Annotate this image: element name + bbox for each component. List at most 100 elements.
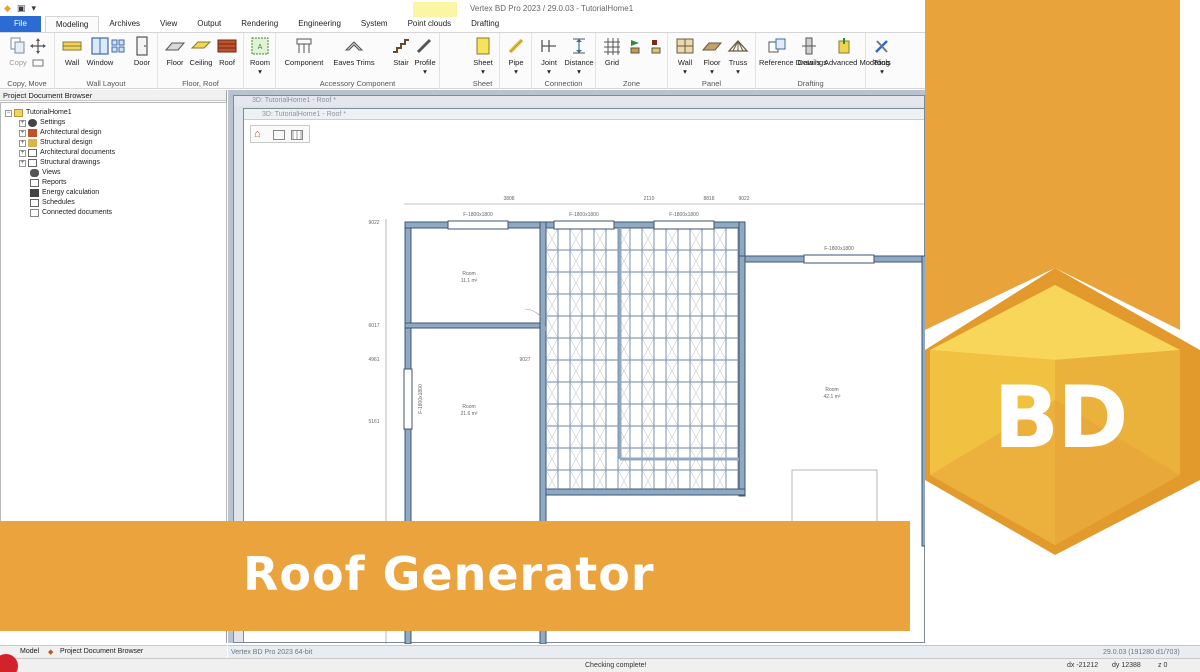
grid-button[interactable]: Grid — [597, 36, 627, 67]
panel-title: Project Document Browser — [0, 90, 226, 101]
tab-modeling[interactable]: Modeling — [44, 16, 100, 32]
tab-project-document-browser[interactable]: Project Document Browser — [60, 648, 143, 655]
window-tag: F-1800x1800 — [418, 384, 424, 414]
reference-drawings-icon — [766, 36, 788, 56]
door-button[interactable]: Door — [127, 36, 157, 67]
distance-button[interactable]: Distance ▾ — [564, 36, 594, 76]
tree-item-structural-drawings[interactable]: + Structural drawings — [19, 158, 100, 168]
dimension-label: 5161 — [368, 419, 379, 425]
truss-button[interactable]: Truss ▾ — [723, 36, 753, 76]
expand-icon[interactable]: + — [19, 119, 26, 127]
wall-icon — [61, 36, 83, 56]
ribbon: Copy Copy, Move Wall Window Door Wall La… — [0, 33, 940, 89]
collapse-icon[interactable]: − — [5, 109, 12, 117]
reference-drawings-button[interactable]: Reference Drawings — [759, 36, 827, 67]
eye-icon — [30, 169, 39, 177]
coord-z: z 0 — [1158, 662, 1168, 669]
product-version-left: Vertex BD Pro 2023 64-bit — [231, 649, 313, 656]
joint-button[interactable]: Joint ▾ — [534, 36, 564, 76]
tree-item-structural-design[interactable]: + Structural design — [19, 138, 93, 148]
tab-view[interactable]: View — [150, 16, 187, 32]
dimension-label: 9022 — [738, 196, 749, 202]
structure-icon — [28, 139, 37, 147]
tree-item-schedules[interactable]: Schedules — [30, 198, 75, 208]
tree-item-energy-calculation[interactable]: Energy calculation — [30, 188, 99, 198]
drafting-tab-highlight — [413, 2, 457, 17]
tab-system[interactable]: System — [351, 16, 398, 32]
logo-text: BD — [993, 368, 1129, 468]
group-pipe: Pipe ▾ — [500, 33, 532, 89]
app-icon[interactable]: ◆ — [4, 3, 11, 14]
expand-icon[interactable]: + — [19, 139, 26, 147]
tab-rendering[interactable]: Rendering — [231, 16, 288, 32]
expand-icon[interactable]: + — [19, 149, 26, 157]
room-area: 21.6 m² — [461, 411, 478, 417]
window-opening — [653, 220, 715, 230]
tab-drafting[interactable]: Drafting — [461, 16, 509, 32]
tree-item-architectural-documents[interactable]: + Architectural documents — [19, 148, 115, 158]
inner-wall-vertical-2 — [738, 255, 746, 497]
details-icon — [798, 36, 820, 56]
zone-fill-button[interactable] — [626, 36, 646, 58]
status-message: Checking complete! — [585, 662, 647, 669]
energy-icon — [30, 189, 39, 197]
window-tag: F-1800x1800 — [463, 212, 493, 218]
product-version-right: 29.0.03 (191280 d1/703) — [1103, 649, 1180, 656]
roof-icon — [216, 36, 238, 56]
zone-color-button[interactable] — [646, 36, 666, 58]
tools-button[interactable]: Tools ▾ — [867, 36, 897, 76]
quick-access-toolbar: ◆ ▣ ▾ — [4, 3, 36, 14]
pipe-button[interactable]: Pipe ▾ — [501, 36, 531, 76]
advanced-modeling-icon — [833, 36, 855, 56]
eaves-trims-button[interactable]: Eaves Trims — [332, 36, 376, 67]
group-panel: Wall ▾ Floor ▾ Truss ▾ Panel — [668, 33, 756, 89]
expand-icon[interactable]: + — [19, 129, 26, 137]
move-button[interactable] — [26, 36, 50, 70]
tree-item-views[interactable]: Views — [30, 168, 61, 178]
group-wall-layout: Wall Window Door Wall Layout — [55, 33, 158, 89]
sheet-button[interactable]: Sheet ▾ — [468, 36, 498, 76]
tree-item-reports[interactable]: Reports — [30, 178, 67, 188]
chevron-down-icon[interactable]: ▾ — [31, 3, 36, 14]
tree-root[interactable]: − TutorialHome1 — [5, 108, 72, 118]
svg-text:A: A — [258, 44, 263, 51]
left-panel-tabs: Model ◆ Project Document Browser — [0, 645, 227, 658]
door-icon — [131, 36, 153, 56]
coord-dy: dy 12388 — [1112, 662, 1141, 669]
component-icon — [293, 36, 315, 56]
eaves-trims-icon — [343, 36, 365, 56]
tab-point-clouds[interactable]: Point clouds — [398, 16, 462, 32]
folder-icon — [14, 109, 23, 117]
advanced-modeling-button[interactable]: Advanced Modeling — [824, 36, 890, 67]
group-tools: Tools ▾ — [866, 33, 898, 89]
profile-button[interactable]: Profile ▾ — [413, 36, 437, 76]
dimension-label: 3808 — [503, 196, 514, 202]
save-icon[interactable]: ▣ — [17, 3, 26, 14]
back-window-title: 3D: TutorialHome1 - Roof * — [234, 96, 924, 106]
wall-button[interactable]: Wall — [57, 36, 87, 67]
tab-archives[interactable]: Archives — [99, 16, 150, 32]
roof-button[interactable]: Roof — [212, 36, 242, 67]
panel-wall-button[interactable]: Wall ▾ — [670, 36, 700, 76]
tree-item-settings[interactable]: + Settings — [19, 118, 65, 128]
tab-model[interactable]: Model — [20, 648, 39, 655]
stair-button[interactable]: Stair — [386, 36, 416, 67]
document-icon — [28, 149, 37, 157]
details-button[interactable]: Details — [796, 36, 822, 67]
tab-output[interactable]: Output — [187, 16, 231, 32]
window-tag: F-1800x1800 — [669, 212, 699, 218]
tab-file[interactable]: File — [0, 16, 41, 32]
window-options-button[interactable] — [107, 36, 127, 58]
group-drafting: Reference Drawings Details Advanced Mode… — [756, 33, 890, 89]
panel-wall-icon — [674, 36, 696, 56]
window-opening — [803, 254, 875, 264]
tab-engineering[interactable]: Engineering — [288, 16, 351, 32]
component-button[interactable]: Component — [284, 36, 324, 67]
tree-item-connected-documents[interactable]: Connected documents — [30, 208, 112, 218]
grid-window-icon — [107, 36, 129, 56]
room-button[interactable]: A Room ▾ — [245, 36, 275, 76]
room-area: 11.1 m² — [461, 278, 478, 284]
expand-icon[interactable]: + — [19, 159, 26, 167]
tree-item-architectural-design[interactable]: + Architectural design — [19, 128, 101, 138]
group-room: A Room ▾ — [244, 33, 276, 89]
